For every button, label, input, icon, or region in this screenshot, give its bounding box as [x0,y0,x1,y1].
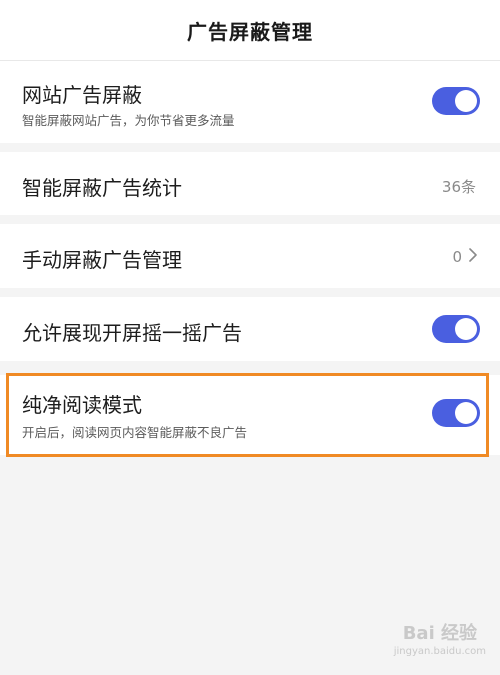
setting-label: 网站广告屏蔽 [22,83,142,107]
setting-row-pure-reading[interactable]: 纯净阅读模式 开启后，阅读网页内容智能屏蔽不良广告 [0,375,500,455]
setting-row-smart-stats[interactable]: 智能屏蔽广告统计 36条 [0,152,500,215]
watermark-text: Bai 经验 [402,623,478,644]
toggle-knob [455,402,477,424]
setting-row-website-ad-block[interactable]: 网站广告屏蔽 智能屏蔽网站广告，为你节省更多流量 [0,61,500,143]
page-title: 广告屏蔽管理 [187,19,313,44]
chevron-right-icon [468,247,478,267]
setting-row-manual-block[interactable]: 手动屏蔽广告管理 0 [0,224,500,288]
watermark-url: jingyan.baidu.com [393,646,486,657]
baidu-jingyan-watermark: Bai 经验 jingyan.baidu.com [394,619,486,657]
toggle-knob [455,318,477,340]
pure-reading-toggle[interactable] [432,399,480,427]
toggle-knob [455,90,477,112]
manual-block-count: 0 [452,248,462,266]
setting-description: 智能屏蔽网站广告，为你节省更多流量 [22,113,235,128]
setting-label: 允许展现开屏摇一摇广告 [22,321,242,345]
setting-label: 手动屏蔽广告管理 [22,248,182,272]
setting-description: 开启后，阅读网页内容智能屏蔽不良广告 [22,425,248,440]
setting-label: 纯净阅读模式 [22,393,142,417]
setting-label: 智能屏蔽广告统计 [22,176,182,200]
ad-count-value: 36条 [441,178,476,196]
website-ad-block-toggle[interactable] [432,87,480,115]
setting-row-splash-shake[interactable]: 允许展现开屏摇一摇广告 [0,297,500,361]
splash-shake-toggle[interactable] [432,315,480,343]
app-header: 广告屏蔽管理 [0,0,500,61]
